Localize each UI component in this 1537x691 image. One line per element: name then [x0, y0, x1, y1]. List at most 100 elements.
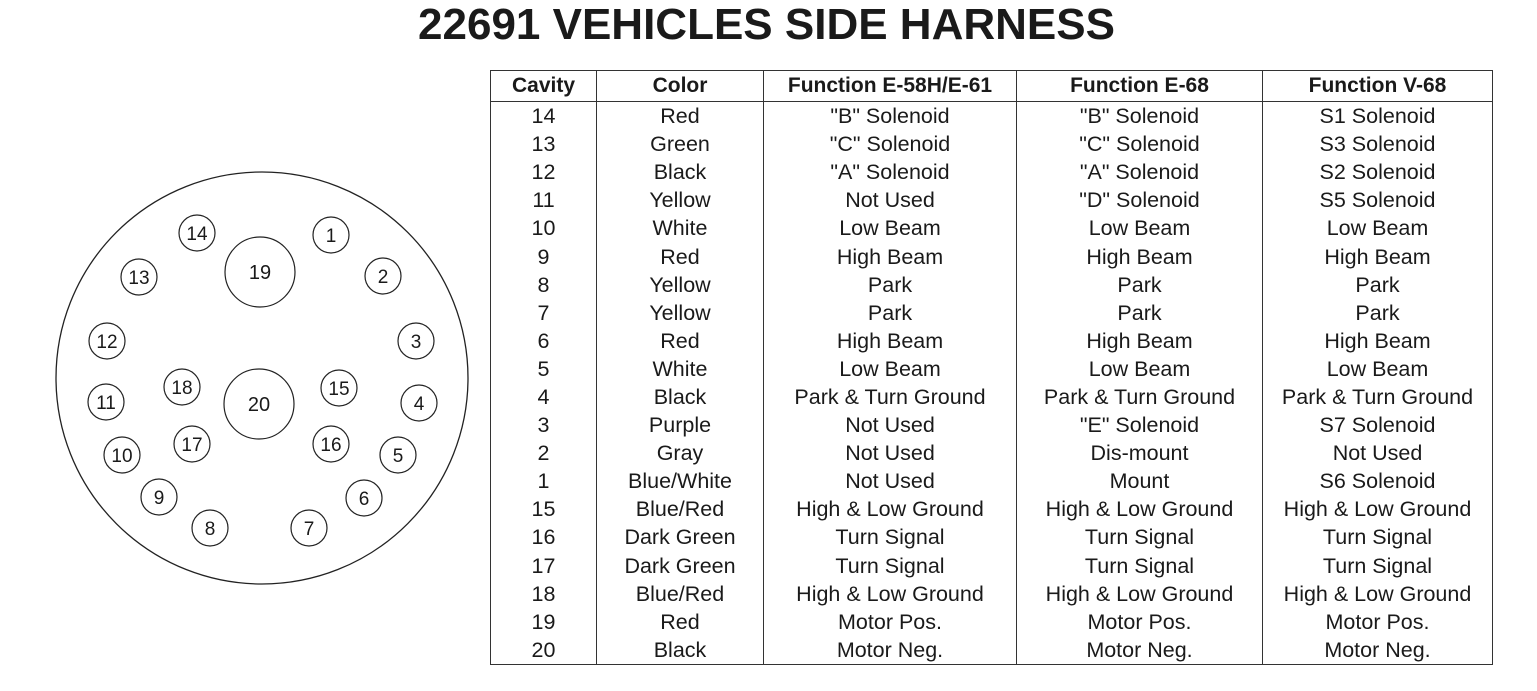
- cell-color: Gray: [596, 439, 764, 468]
- cell-cavity: 7: [490, 298, 597, 327]
- table-row: 9 Red High Beam High Beam High Beam: [490, 242, 1493, 271]
- cell-function-e68: Turn Signal: [1016, 551, 1263, 580]
- cell-cavity: 2: [490, 439, 597, 468]
- cell-cavity: 13: [490, 130, 597, 159]
- table-row: 16 Dark Green Turn Signal Turn Signal Turn S…: [490, 523, 1493, 552]
- table-row: 11 Yellow Not Used "D" Solenoid S5 Solenoid: [490, 186, 1493, 215]
- cell-cavity: 8: [490, 270, 597, 299]
- pin-cavity-12: 12: [88, 322, 126, 360]
- cell-function-e58h-e61: High Beam: [763, 326, 1017, 355]
- pin-label: 18: [171, 378, 192, 399]
- cell-function-e58h-e61: Turn Signal: [763, 551, 1017, 580]
- pin-label: 13: [128, 268, 149, 289]
- cell-function-e58h-e61: Motor Pos.: [763, 607, 1017, 636]
- cell-cavity: 16: [490, 523, 597, 552]
- table-row: 2 Gray Not Used Dis-mount Not Used: [490, 439, 1493, 468]
- header-cavity: Cavity: [490, 70, 597, 102]
- cell-cavity: 19: [490, 607, 597, 636]
- cell-function-e58h-e61: Motor Neg.: [763, 635, 1017, 665]
- cell-cavity: 12: [490, 158, 597, 187]
- cell-function-v68: S1 Solenoid: [1262, 101, 1493, 131]
- table-row: 4 Black Park & Turn Ground Park & Turn Grou…: [490, 382, 1493, 412]
- cell-function-e68: Turn Signal: [1016, 523, 1263, 552]
- pin-cavity-19: 19: [224, 236, 296, 308]
- cell-color: Red: [596, 101, 764, 131]
- header-function-v68: Function V-68: [1262, 70, 1493, 102]
- cell-cavity: 3: [490, 411, 597, 440]
- table-row: 18 Blue/Red High & Low Ground High & Low Gr…: [490, 579, 1493, 608]
- cell-color: Dark Green: [596, 523, 764, 552]
- cell-function-e68: "A" Solenoid: [1016, 158, 1263, 187]
- pin-cavity-7: 7: [290, 509, 328, 547]
- pin-cavity-15: 15: [320, 369, 358, 407]
- pin-label: 16: [320, 435, 341, 456]
- cell-cavity: 9: [490, 242, 597, 271]
- cell-function-v68: S3 Solenoid: [1262, 130, 1493, 159]
- cell-function-e58h-e61: Not Used: [763, 467, 1017, 496]
- pin-cavity-3: 3: [397, 322, 435, 360]
- cell-color: Red: [596, 326, 764, 355]
- cell-function-e58h-e61: "A" Solenoid: [763, 158, 1017, 187]
- cell-function-e58h-e61: Park: [763, 270, 1017, 299]
- pinout-table: Cavity Color Function E-58H/E-61 Functio…: [490, 70, 1493, 665]
- cell-cavity: 18: [490, 579, 597, 608]
- pin-cavity-10: 10: [103, 436, 141, 474]
- cell-color: Yellow: [596, 298, 764, 327]
- cell-function-e68: "B" Solenoid: [1016, 101, 1263, 131]
- cell-function-e58h-e61: Low Beam: [763, 214, 1017, 243]
- cell-color: Yellow: [596, 186, 764, 215]
- pin-cavity-18: 18: [163, 368, 201, 406]
- header-color: Color: [596, 70, 764, 102]
- pin-label: 3: [411, 332, 422, 353]
- cell-cavity: 10: [490, 214, 597, 243]
- pin-label: 10: [111, 446, 132, 467]
- cell-cavity: 11: [490, 186, 597, 215]
- cell-function-e68: Low Beam: [1016, 354, 1263, 383]
- cell-function-e58h-e61: Park: [763, 298, 1017, 327]
- header-function-e58h-e61: Function E-58H/E-61: [763, 70, 1017, 102]
- cell-function-e58h-e61: High & Low Ground: [763, 495, 1017, 524]
- pin-cavity-5: 5: [379, 436, 417, 474]
- cell-function-e58h-e61: High Beam: [763, 242, 1017, 271]
- cell-function-v68: Not Used: [1262, 439, 1493, 468]
- cell-color: Red: [596, 607, 764, 636]
- table-row: 12 Black "A" Solenoid "A" Solenoid S2 Soleno…: [490, 158, 1493, 187]
- table-row: 1 Blue/White Not Used Mount S6 Solenoid: [490, 467, 1493, 496]
- pin-label: 1: [326, 226, 337, 247]
- cell-function-e68: Mount: [1016, 467, 1263, 496]
- table-row: 15 Blue/Red High & Low Ground High & Low Gr…: [490, 495, 1493, 524]
- cell-cavity: 17: [490, 551, 597, 580]
- pin-label: 6: [359, 489, 370, 510]
- pin-cavity-13: 13: [120, 258, 158, 296]
- cell-function-v68: S2 Solenoid: [1262, 158, 1493, 187]
- cell-function-e68: Park: [1016, 270, 1263, 299]
- cell-function-v68: S6 Solenoid: [1262, 467, 1493, 496]
- cell-color: Blue/Red: [596, 495, 764, 524]
- cell-color: White: [596, 214, 764, 243]
- pin-label: 14: [186, 224, 208, 245]
- cell-color: White: [596, 354, 764, 383]
- pin-label: 9: [154, 488, 165, 509]
- pin-cavity-1: 1: [312, 216, 350, 254]
- cell-cavity: 4: [490, 382, 597, 412]
- cell-function-v68: Turn Signal: [1262, 523, 1493, 552]
- connector-face-diagram: 1234567891011121314151617181920: [55, 171, 469, 585]
- pin-cavity-16: 16: [312, 425, 350, 463]
- table-row: 14 Red "B" Solenoid "B" Solenoid S1 Solenoid: [490, 101, 1493, 131]
- cell-color: Dark Green: [596, 551, 764, 580]
- table-row: 13 Green "C" Solenoid "C" Solenoid S3 Soleno…: [490, 130, 1493, 159]
- cell-function-v68: Motor Pos.: [1262, 607, 1493, 636]
- pin-cavity-11: 11: [87, 383, 125, 421]
- table-row: 10 White Low Beam Low Beam Low Beam: [490, 214, 1493, 243]
- cell-color: Black: [596, 635, 764, 665]
- table-row: 8 Yellow Park Park Park: [490, 270, 1493, 299]
- cell-cavity: 1: [490, 467, 597, 496]
- cell-function-v68: Turn Signal: [1262, 551, 1493, 580]
- pin-cavity-14: 14: [178, 214, 216, 252]
- cell-cavity: 14: [490, 101, 597, 131]
- pin-cavity-17: 17: [173, 425, 211, 463]
- pin-label: 12: [96, 332, 117, 353]
- cell-cavity: 6: [490, 326, 597, 355]
- cell-function-e58h-e61: Not Used: [763, 411, 1017, 440]
- cell-function-e68: High & Low Ground: [1016, 579, 1263, 608]
